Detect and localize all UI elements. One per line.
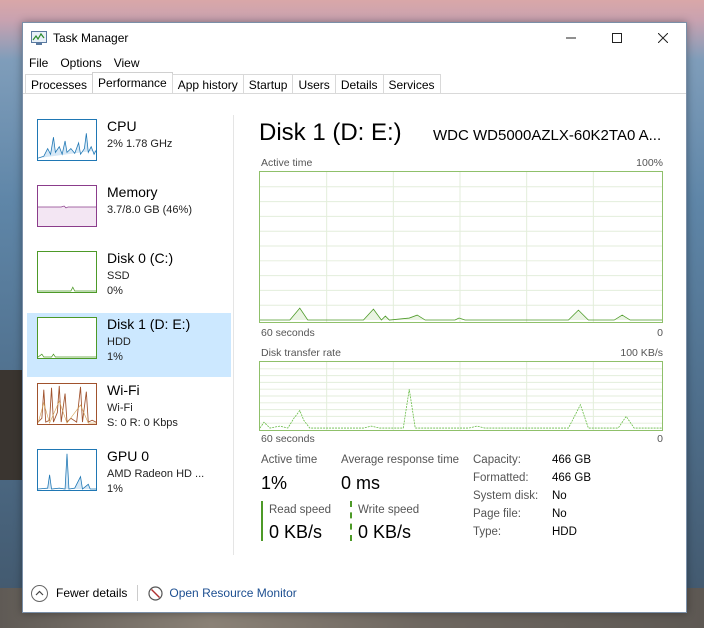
page-file-value: No (552, 508, 567, 520)
sidebar-item-memory[interactable]: Memory 3.7/8.0 GB (46%) (27, 181, 231, 245)
active-time-graph-max: 100% (636, 157, 663, 169)
cpu-thumbnail-graph (37, 119, 97, 161)
sidebar-item-usage: 0% (107, 285, 123, 297)
sidebar-item-detail: 3.7/8.0 GB (46%) (107, 204, 192, 216)
sidebar-item-usage: S: 0 R: 0 Kbps (107, 417, 178, 429)
menu-file[interactable]: File (23, 56, 54, 70)
tab-startup[interactable]: Startup (242, 74, 294, 93)
minimize-button[interactable] (548, 23, 594, 53)
tab-users[interactable]: Users (292, 74, 336, 93)
read-speed-indicator (261, 501, 263, 541)
sidebar-item-detail: HDD (107, 336, 131, 348)
write-speed-label: Write speed (358, 504, 420, 516)
menu-bar: File Options View (23, 53, 686, 73)
active-time-value: 1% (261, 473, 288, 493)
menu-options[interactable]: Options (54, 56, 107, 70)
sidebar-item-gpu-0[interactable]: GPU 0 AMD Radeon HD ... 1% (27, 445, 231, 509)
active-time-graph-time-right: 0 (657, 327, 663, 339)
transfer-rate-graph-time-left: 60 seconds (261, 433, 315, 445)
sidebar-item-usage: 1% (107, 483, 123, 495)
resource-sidebar: CPU 2% 1.78 GHz Memory 3.7/8.0 GB (46%) … (27, 115, 231, 511)
sidebar-item-disk-1[interactable]: Disk 1 (D: E:) HDD 1% (27, 313, 231, 377)
sidebar-item-label: GPU 0 (107, 448, 150, 464)
tab-processes[interactable]: Processes (25, 74, 94, 93)
chevron-up-icon (31, 584, 48, 602)
maximize-icon (612, 33, 622, 43)
sidebar-item-detail: Wi-Fi (107, 402, 133, 414)
capacity-label: Capacity: (473, 454, 521, 466)
active-time-graph-time-left: 60 seconds (261, 327, 315, 339)
close-button[interactable] (640, 23, 686, 53)
sidebar-divider (233, 115, 234, 555)
sidebar-item-detail: 2% 1.78 GHz (107, 138, 173, 150)
minimize-icon (566, 37, 576, 39)
sidebar-item-detail: SSD (107, 270, 130, 282)
sidebar-item-label: CPU (107, 118, 137, 134)
fewer-details-button[interactable]: Fewer details (31, 584, 128, 602)
avg-response-value: 0 ms (341, 473, 381, 493)
sidebar-item-detail: AMD Radeon HD ... (107, 468, 205, 480)
desktop-background-rock (0, 370, 24, 480)
footer-bar: Fewer details Open Resource Monitor (23, 574, 686, 612)
wifi-thumbnail-graph (37, 383, 97, 425)
tab-performance[interactable]: Performance (92, 72, 173, 93)
write-speed-value: 0 KB/s (358, 522, 412, 542)
avg-response-label: Average response time (341, 454, 460, 466)
page-file-label: Page file: (473, 508, 521, 520)
tab-details[interactable]: Details (334, 74, 384, 93)
read-speed-label: Read speed (269, 504, 332, 516)
tab-app-history[interactable]: App history (171, 74, 244, 93)
sidebar-item-disk-0[interactable]: Disk 0 (C:) SSD 0% (27, 247, 231, 311)
memory-thumbnail-graph (37, 185, 97, 227)
capacity-value: 466 GB (552, 454, 591, 466)
active-time-graph-label: Active time (261, 157, 313, 169)
formatted-value: 466 GB (552, 472, 591, 484)
footer-divider (137, 585, 139, 601)
sidebar-item-cpu[interactable]: CPU 2% 1.78 GHz (27, 115, 231, 179)
tab-bar: Processes Performance App history Startu… (23, 72, 686, 94)
read-speed-value: 0 KB/s (269, 522, 323, 542)
transfer-rate-graph-time-right: 0 (657, 433, 663, 445)
write-speed-indicator (350, 501, 352, 541)
disk-model: WDC WD5000AZLX-60K2TA0 A... (433, 127, 662, 144)
fewer-details-label: Fewer details (56, 586, 128, 600)
formatted-label: Formatted: (473, 472, 529, 484)
transfer-rate-graph-label: Disk transfer rate (261, 347, 341, 359)
gpu-0-thumbnail-graph (37, 449, 97, 491)
open-resource-monitor-link[interactable]: Open Resource Monitor (148, 585, 297, 601)
task-manager-icon (31, 31, 47, 45)
sidebar-item-usage: 1% (107, 351, 123, 363)
disk-1-thumbnail-graph (37, 317, 97, 359)
active-time-graph (259, 171, 663, 323)
type-label: Type: (473, 526, 502, 538)
active-time-label: Active time (261, 454, 318, 466)
performance-panel: CPU 2% 1.78 GHz Memory 3.7/8.0 GB (46%) … (23, 95, 686, 574)
sidebar-item-label: Memory (107, 184, 158, 200)
title-bar[interactable]: Task Manager (23, 23, 686, 53)
sidebar-item-wifi[interactable]: Wi-Fi Wi-Fi S: 0 R: 0 Kbps (27, 379, 231, 443)
sidebar-item-label: Disk 1 (D: E:) (107, 316, 191, 332)
resource-monitor-label: Open Resource Monitor (169, 586, 297, 600)
type-value: HDD (552, 526, 577, 538)
transfer-rate-graph (259, 361, 663, 431)
menu-view[interactable]: View (108, 56, 146, 70)
maximize-button[interactable] (594, 23, 640, 53)
tab-services[interactable]: Services (382, 74, 441, 93)
sidebar-item-label: Disk 0 (C:) (107, 250, 174, 266)
close-icon (658, 33, 668, 43)
disk-0-thumbnail-graph (37, 251, 97, 293)
system-disk-label: System disk: (473, 490, 539, 502)
resource-monitor-icon (148, 585, 163, 601)
sidebar-item-label: Wi-Fi (107, 382, 140, 398)
task-manager-window: Task Manager File Options View Processes… (22, 22, 687, 613)
window-title: Task Manager (53, 31, 129, 45)
system-disk-value: No (552, 490, 567, 502)
transfer-rate-graph-max: 100 KB/s (620, 347, 663, 359)
disk-title: Disk 1 (D: E:) (259, 119, 402, 146)
